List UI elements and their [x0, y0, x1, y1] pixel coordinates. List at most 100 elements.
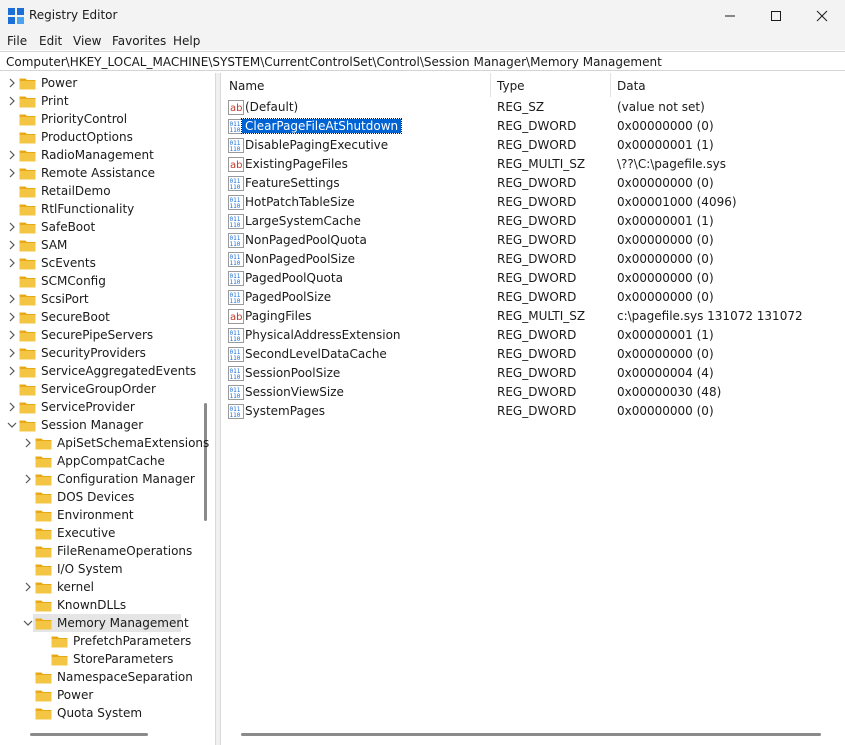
tree-item[interactable]: Remote Assistance [0, 164, 200, 182]
chevron-right-icon[interactable] [7, 257, 17, 269]
tree-vertical-scrollbar[interactable] [204, 403, 207, 521]
value-row[interactable]: 011 110 PagedPoolSize REG_DWORD 0x00000000 (… [221, 288, 821, 307]
values-list[interactable]: Name Type Data ab (Default) REG_SZ (value n… [220, 73, 845, 745]
tree-item[interactable]: PriorityControl [0, 110, 200, 128]
chevron-right-icon[interactable] [7, 239, 17, 251]
tree-item[interactable]: StoreParameters [0, 650, 200, 668]
chevron-right-icon[interactable] [7, 329, 17, 341]
value-row[interactable]: 011 110 NonPagedPoolQuota REG_DWORD 0x000000… [221, 231, 821, 250]
tree-item[interactable]: SecurePipeServers [0, 326, 200, 344]
tree-item[interactable]: Print [0, 92, 200, 110]
tree-item[interactable]: ScsiPort [0, 290, 200, 308]
column-header-type[interactable]: Type [491, 73, 611, 97]
address-path[interactable]: Computer\HKEY_LOCAL_MACHINE\SYSTEM\Curre… [6, 55, 662, 69]
tree-item-label: Print [41, 94, 69, 108]
value-row[interactable]: 011 110 LargeSystemCache REG_DWORD 0x0000000… [221, 212, 821, 231]
value-row[interactable]: 011 110 DisablePagingExecutive REG_DWORD 0x0… [221, 136, 821, 155]
value-row[interactable]: 011 110 PhysicalAddressExtension REG_DWORD 0… [221, 326, 821, 345]
tree-item[interactable]: ServiceAggregatedEvents [0, 362, 200, 380]
maximize-icon [771, 11, 781, 21]
tree-item[interactable]: ScEvents [0, 254, 200, 272]
minimize-button[interactable] [707, 0, 753, 32]
value-row[interactable]: 011 110 SessionViewSize REG_DWORD 0x00000030… [221, 383, 821, 402]
tree-item[interactable]: SecureBoot [0, 308, 200, 326]
chevron-right-icon[interactable] [7, 293, 17, 305]
value-row[interactable]: ab PagingFiles REG_MULTI_SZ c:\pagefile.sys… [221, 307, 821, 326]
tree-item[interactable]: FileRenameOperations [0, 542, 200, 560]
tree-item[interactable]: KnownDLLs [0, 596, 200, 614]
value-row[interactable]: 011 110 FeatureSettings REG_DWORD 0x00000000… [221, 174, 821, 193]
value-row[interactable]: ab (Default) REG_SZ (value not set) [221, 98, 821, 117]
chevron-right-icon[interactable] [7, 167, 17, 179]
key-tree[interactable]: Power Print PriorityControl ProductOptions R… [0, 73, 216, 745]
value-type: REG_DWORD [497, 347, 577, 361]
tree-horizontal-scrollbar[interactable] [30, 733, 148, 736]
tree-item[interactable]: Configuration Manager [0, 470, 200, 488]
value-row[interactable]: 011 110 SessionPoolSize REG_DWORD 0x00000004… [221, 364, 821, 383]
value-row[interactable]: 011 110 NonPagedPoolSize REG_DWORD 0x0000000… [221, 250, 821, 269]
tree-item[interactable]: Memory Management [0, 614, 200, 632]
chevron-down-icon[interactable] [23, 617, 33, 629]
tree-item[interactable]: RtlFunctionality [0, 200, 200, 218]
tree-item-label: PrefetchParameters [73, 634, 192, 648]
tree-item[interactable]: RadioManagement [0, 146, 200, 164]
tree-item[interactable]: Session Manager [0, 416, 200, 434]
tree-item[interactable]: ServiceGroupOrder [0, 380, 200, 398]
chevron-right-icon[interactable] [7, 149, 17, 161]
column-header-name[interactable]: Name [221, 73, 491, 97]
list-horizontal-scrollbar[interactable] [241, 733, 821, 736]
chevron-right-icon[interactable] [7, 77, 17, 89]
tree-item[interactable]: Environment [0, 506, 200, 524]
value-row[interactable]: 011 110 SecondLevelDataCache REG_DWORD 0x000… [221, 345, 821, 364]
column-header-data[interactable]: Data [611, 73, 841, 97]
tree-item[interactable]: AppCompatCache [0, 452, 200, 470]
tree-item[interactable]: RetailDemo [0, 182, 200, 200]
chevron-right-icon[interactable] [7, 365, 17, 377]
value-row[interactable]: 011 110 PagedPoolQuota REG_DWORD 0x00000000 … [221, 269, 821, 288]
tree-item[interactable]: SAM [0, 236, 200, 254]
chevron-right-icon[interactable] [23, 437, 33, 449]
menu-file[interactable]: File [7, 34, 27, 48]
chevron-right-icon[interactable] [23, 473, 33, 485]
tree-item[interactable]: SafeBoot [0, 218, 200, 236]
tree-item-label: SCMConfig [41, 274, 106, 288]
folder-icon [35, 672, 52, 684]
address-bar[interactable]: Computer\HKEY_LOCAL_MACHINE\SYSTEM\Curre… [0, 51, 845, 71]
chevron-right-icon[interactable] [7, 95, 17, 107]
tree-item[interactable]: NamespaceSeparation [0, 668, 200, 686]
tree-item[interactable]: ApiSetSchemaExtensions [0, 434, 209, 452]
tree-item[interactable]: Power [0, 74, 200, 92]
value-type: REG_SZ [497, 100, 545, 114]
chevron-right-icon[interactable] [23, 581, 33, 593]
tree-item[interactable]: Executive [0, 524, 200, 542]
value-row[interactable]: 011 110 SystemPages REG_DWORD 0x00000000 (0) [221, 402, 821, 421]
close-button[interactable] [799, 0, 845, 32]
chevron-down-icon[interactable] [7, 419, 17, 431]
maximize-button[interactable] [753, 0, 799, 32]
tree-item[interactable]: SCMConfig [0, 272, 200, 290]
tree-item[interactable]: DOS Devices [0, 488, 200, 506]
tree-item[interactable]: SecurityProviders [0, 344, 200, 362]
title-bar[interactable]: Registry Editor [0, 0, 845, 32]
chevron-right-icon[interactable] [7, 347, 17, 359]
tree-item[interactable]: I/O System [0, 560, 200, 578]
folder-icon [35, 456, 52, 468]
tree-item[interactable]: Quota System [0, 704, 200, 722]
tree-item[interactable]: PrefetchParameters [0, 632, 200, 650]
tree-item[interactable]: ServiceProvider [0, 398, 200, 416]
tree-item[interactable]: kernel [0, 578, 200, 596]
value-row[interactable]: ab ExistingPageFiles REG_MULTI_SZ \??\C:\pa… [221, 155, 821, 174]
menu-edit[interactable]: Edit [39, 34, 62, 48]
chevron-right-icon[interactable] [7, 401, 17, 413]
folder-icon [35, 528, 52, 540]
chevron-right-icon[interactable] [7, 221, 17, 233]
menu-view[interactable]: View [73, 34, 101, 48]
value-row[interactable]: 011 110 HotPatchTableSize REG_DWORD 0x000010… [221, 193, 821, 212]
menu-favorites[interactable]: Favorites [112, 34, 166, 48]
value-data: 0x00000001 (1) [617, 214, 714, 228]
value-row[interactable]: 011 110 ClearPageFileAtShutdown REG_DWORD 0x… [221, 117, 821, 136]
menu-help[interactable]: Help [173, 34, 200, 48]
tree-item[interactable]: Power [0, 686, 200, 704]
tree-item[interactable]: ProductOptions [0, 128, 200, 146]
chevron-right-icon[interactable] [7, 311, 17, 323]
